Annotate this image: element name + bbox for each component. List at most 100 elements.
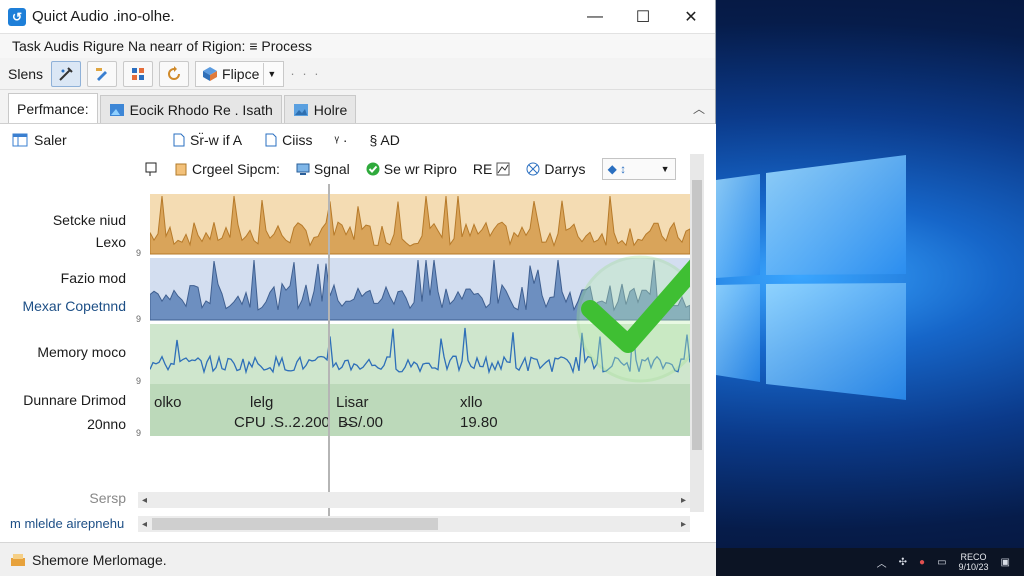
performance-graphs — [150, 194, 690, 436]
toolbar-label: Slens — [8, 65, 44, 82]
flag-toggle[interactable] — [144, 162, 158, 176]
tick-label: 9 — [136, 248, 142, 258]
document-icon — [265, 133, 277, 147]
document-icon — [173, 133, 185, 147]
label-disk: Fazio mod — [60, 270, 126, 286]
flag-icon — [145, 162, 157, 176]
option-1-label: Sr̈-w if A — [190, 132, 243, 148]
scroll-thumb[interactable] — [152, 518, 438, 530]
chart-icon — [496, 162, 510, 176]
pencil-icon — [96, 67, 108, 81]
chevron-up-icon[interactable]: ︿ — [877, 555, 887, 570]
tab-performance-label: Perfmance: — [17, 100, 89, 117]
tab-photo[interactable]: Eocik Rhodo Re . Isath — [99, 95, 282, 123]
chevron-down-icon[interactable]: ▼ — [263, 62, 279, 85]
taskbar-clock[interactable]: RECO 9/10/23 — [959, 552, 989, 572]
monitor-icon — [296, 163, 310, 175]
chevron-left-icon[interactable]: ◂ — [142, 519, 147, 530]
tool-edit-button[interactable] — [87, 60, 118, 87]
tick-label: 9 — [136, 376, 142, 386]
cube-icon — [203, 66, 218, 81]
tab-photo-label: Eocik Rhodo Re . Isath — [129, 101, 273, 118]
label-scrap: Sersp — [89, 490, 126, 506]
zoom-combo[interactable]: ◆ ↕ ▼ — [601, 158, 676, 180]
app-window: ↺ Quict Audio .ino-olhe. — ☐ ✕ Task Audi… — [0, 0, 716, 576]
signal-option-1-label: Crgeel Sipcm: — [192, 161, 280, 177]
tick-label: 9 — [136, 428, 142, 438]
status-text: Shemore Merlomage. — [32, 551, 167, 568]
label-memory: Memory moco — [37, 344, 126, 360]
menu-text[interactable]: Task Audis Rigure Na nearr of Rigion: ≡ … — [12, 38, 312, 54]
signal-option-2[interactable]: Sgnal — [296, 161, 350, 177]
option-4[interactable]: § AD — [370, 132, 400, 148]
label-drive: Dunnare Drimod — [23, 392, 126, 408]
signal-option-3-label: Se wr Ripro — [383, 161, 457, 177]
collapse-icon[interactable]: ︿ — [693, 100, 705, 117]
zoom-combo-value: ◆ ↕ — [607, 162, 627, 176]
tab-home-label: Holre — [313, 101, 348, 118]
taskbar: ︿ ✣ ● ▭ RECO 9/10/23 ▣ — [716, 548, 1024, 576]
picture-icon — [293, 103, 308, 116]
option-3-label: ᵞ · — [334, 132, 348, 148]
summary-value-2: B̶S/.00 — [338, 414, 384, 431]
label-cpu-sub: Lexo — [95, 234, 126, 250]
tool-refresh-button[interactable] — [159, 60, 190, 87]
tab-home[interactable]: Holre — [283, 95, 357, 123]
maximize-button[interactable]: ☐ — [619, 0, 667, 34]
tab-strip: Perfmance: Eocik Rhodo Re . Isath Holre … — [0, 90, 715, 124]
option-2[interactable]: Ciiss — [264, 132, 312, 148]
clock-time: RECO — [960, 552, 987, 562]
row-labels: Setcke niud Lexo Fazio mod Mexar Copetnn… — [0, 124, 138, 542]
network-icon[interactable]: ✣ — [899, 557, 907, 568]
toolbar: Slens Flipce ▼ · · · — [0, 58, 715, 90]
option-1[interactable]: Sr̈-w if A — [172, 132, 242, 148]
tray-app-icon[interactable]: ● — [919, 557, 925, 568]
grid-icon — [132, 67, 145, 80]
option-4-label: § AD — [369, 132, 400, 148]
horizontal-scrollbar-top[interactable]: ◂ ▸ — [138, 492, 690, 508]
battery-icon[interactable]: ▭ — [937, 557, 946, 568]
drive-icon — [11, 553, 25, 566]
clipboard-icon — [175, 163, 187, 176]
signal-option-5[interactable]: Darrys — [526, 161, 586, 177]
menu-bar[interactable]: Task Audis Rigure Na nearr of Rigion: ≡ … — [0, 34, 715, 58]
time-cursor[interactable] — [328, 184, 330, 522]
signal-option-2-label: Sgnal — [313, 161, 350, 177]
horizontal-scrollbar[interactable]: ◂ ▸ — [138, 516, 690, 532]
summary-value-3: 19.80 — [460, 414, 498, 431]
wand-icon — [59, 66, 73, 81]
more-icon[interactable]: · · · — [290, 66, 320, 81]
tick-label: 9 — [136, 314, 142, 324]
flip-combo-label: Flipce — [222, 65, 260, 82]
app-icon: ↺ — [8, 7, 26, 26]
option-3[interactable]: ᵞ · — [334, 132, 347, 148]
flip-combo[interactable]: Flipce ▼ — [195, 60, 285, 87]
tool-pointer-button[interactable] — [51, 60, 82, 87]
window-title: Quict Audio .ino-olhe. — [32, 8, 175, 25]
signal-option-1[interactable]: Crgeel Sipcm: — [174, 161, 280, 177]
notification-icon[interactable]: ▣ — [1001, 557, 1010, 568]
signal-option-3[interactable]: Se wr Ripro — [366, 161, 457, 177]
chevron-right-icon[interactable]: ▸ — [681, 495, 686, 506]
tab-performance[interactable]: Perfmance: — [8, 93, 98, 123]
label-cpu: Setcke niud — [52, 212, 126, 228]
vertical-scrollbar[interactable] — [690, 154, 704, 512]
chevron-right-icon[interactable]: ▸ — [681, 519, 686, 530]
refresh-icon — [168, 65, 181, 80]
signal-row: Crgeel Sipcm: Sgnal Se wr Ripro RE Darry… — [144, 158, 676, 180]
chevron-left-icon[interactable]: ◂ — [142, 495, 147, 506]
summary-cpu-value: CPU .S..2.200 — [234, 414, 330, 431]
chevron-down-icon[interactable]: ▼ — [661, 164, 670, 174]
success-check-icon — [576, 255, 690, 383]
summary-header-2: lelg — [250, 394, 274, 411]
footer-label: m mlelde airepnehu — [10, 516, 125, 531]
windows-logo-icon — [716, 155, 906, 400]
label-drive-sub: 20nno — [87, 416, 126, 432]
tool-grid-button[interactable] — [123, 60, 154, 87]
scroll-thumb[interactable] — [692, 180, 702, 450]
option-2-label: Ciiss — [282, 132, 313, 148]
signal-option-4-label: RE — [472, 161, 493, 177]
signal-option-4[interactable]: RE — [473, 161, 510, 177]
minimize-button[interactable]: — — [571, 0, 619, 34]
close-button[interactable]: ✕ — [667, 0, 715, 34]
